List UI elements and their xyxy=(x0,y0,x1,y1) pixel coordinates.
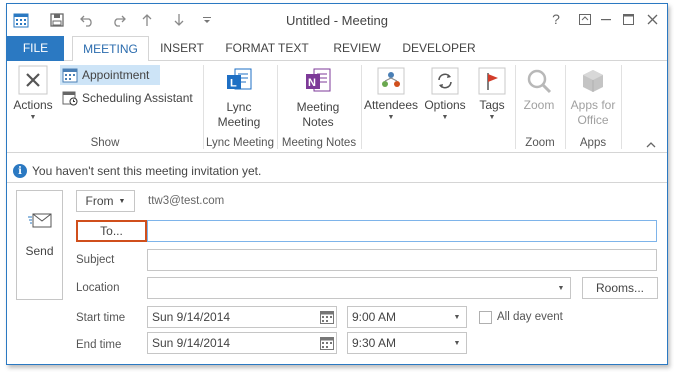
lync-icon: L xyxy=(227,68,252,90)
tags-label: Tags xyxy=(479,98,505,112)
actions-button[interactable]: Actions ▼ xyxy=(11,65,55,123)
from-address: ttw3@test.com xyxy=(148,195,225,207)
end-time-field[interactable]: 9:30 AM ▼ xyxy=(347,332,467,354)
apps-label-2: Office xyxy=(577,113,609,127)
options-button[interactable]: Options ▼ xyxy=(421,67,469,123)
attendees-button[interactable]: Attendees ▼ xyxy=(363,67,419,123)
show-group-label: Show xyxy=(90,137,120,149)
to-field[interactable] xyxy=(147,220,657,242)
chevron-down-icon[interactable]: ▼ xyxy=(448,307,466,327)
attendees-icon xyxy=(377,67,405,95)
delete-x-icon xyxy=(18,65,48,95)
info-message: You haven't sent this meeting invitation… xyxy=(32,164,262,178)
chevron-down-icon[interactable]: ▼ xyxy=(448,333,466,353)
chevron-down-icon: ▼ xyxy=(29,114,37,121)
envelope-icon xyxy=(27,213,51,228)
notes-label-2: Notes xyxy=(302,115,334,129)
chevron-down-icon[interactable]: ▼ xyxy=(552,278,570,298)
magnifier-icon xyxy=(527,69,552,94)
from-label: From xyxy=(85,194,114,208)
flag-icon xyxy=(478,67,506,95)
info-icon: i xyxy=(13,164,27,178)
scheduling-label: Scheduling Assistant xyxy=(82,91,193,105)
tab-meeting[interactable]: MEETING xyxy=(72,36,149,62)
svg-text:L: L xyxy=(230,78,237,90)
tab-review[interactable]: REVIEW xyxy=(327,36,387,61)
lync-meeting-button[interactable]: L Lync Meeting xyxy=(205,67,273,130)
end-date-value: Sun 9/14/2014 xyxy=(152,336,231,350)
all-day-checkbox[interactable] xyxy=(479,311,492,324)
send-button[interactable]: Send xyxy=(16,190,63,300)
appointment-label: Appointment xyxy=(82,68,150,82)
tab-insert[interactable]: INSERT xyxy=(157,36,207,61)
chevron-down-icon: ▼ xyxy=(488,114,496,121)
info-bar: i You haven't sent this meeting invitati… xyxy=(7,162,667,180)
tab-developer[interactable]: DEVELOPER xyxy=(399,36,479,61)
meeting-window: Untitled - Meeting ? FILE MEETING INSERT… xyxy=(6,3,668,365)
title-bar: Untitled - Meeting ? xyxy=(7,4,667,36)
divider xyxy=(621,65,622,149)
ribbon-tabs: FILE MEETING INSERT FORMAT TEXT REVIEW D… xyxy=(7,36,667,62)
location-label: Location xyxy=(76,282,120,294)
start-time-label: Start time xyxy=(76,312,126,324)
minimize-icon[interactable] xyxy=(595,9,617,29)
actions-label: Actions xyxy=(13,98,53,112)
subject-label: Subject xyxy=(76,254,115,266)
scheduling-assistant-button[interactable]: Scheduling Assistant xyxy=(60,88,200,108)
help-icon[interactable]: ? xyxy=(545,9,567,29)
options-icon xyxy=(431,67,459,95)
end-time-value: 9:30 AM xyxy=(352,336,397,350)
maximize-icon[interactable] xyxy=(617,9,639,29)
attendees-label: Attendees xyxy=(363,98,419,112)
appointment-button[interactable]: Appointment xyxy=(60,65,160,85)
zoom-group-label: Zoom xyxy=(525,137,555,149)
calendar-icon xyxy=(62,68,78,83)
ribbon: Actions ▼ Appointment Scheduling Assista… xyxy=(7,61,667,153)
apps-icon xyxy=(583,70,603,92)
apps-label-1: Apps for xyxy=(570,98,616,112)
scheduling-icon xyxy=(62,91,78,106)
all-day-label: All day event xyxy=(497,311,563,323)
start-date-field[interactable]: Sun 9/14/2014 xyxy=(147,306,337,328)
close-icon[interactable] xyxy=(641,9,663,29)
location-field[interactable]: ▼ xyxy=(147,277,571,299)
apps-group-label: Apps xyxy=(579,137,607,149)
subject-field[interactable] xyxy=(147,249,657,271)
from-button[interactable]: From ▼ xyxy=(76,190,135,212)
notes-label-1: Meeting xyxy=(296,100,340,114)
lync-label-2: Meeting xyxy=(217,115,261,129)
to-button[interactable]: To... xyxy=(76,220,147,242)
rooms-button[interactable]: Rooms... xyxy=(582,277,658,299)
options-label: Options xyxy=(424,98,466,112)
svg-text:N: N xyxy=(308,77,316,89)
zoom-label: Zoom xyxy=(523,98,555,112)
chevron-down-icon: ▼ xyxy=(118,197,126,205)
send-label: Send xyxy=(25,244,54,258)
lync-group-label: Lync Meeting xyxy=(206,137,274,149)
chevron-down-icon: ▼ xyxy=(387,114,395,121)
start-date-value: Sun 9/14/2014 xyxy=(152,310,231,324)
onenote-icon: N xyxy=(306,68,331,92)
end-time-label: End time xyxy=(76,339,122,351)
start-time-value: 9:00 AM xyxy=(352,310,397,324)
divider xyxy=(361,65,362,149)
end-date-field[interactable]: Sun 9/14/2014 xyxy=(147,332,337,354)
calendar-icon[interactable] xyxy=(320,310,334,324)
meeting-notes-button[interactable]: N Meeting Notes xyxy=(283,67,353,130)
collapse-ribbon-icon[interactable] xyxy=(645,139,657,149)
calendar-icon[interactable] xyxy=(320,336,334,350)
window-title: Untitled - Meeting xyxy=(286,13,388,28)
chevron-down-icon: ▼ xyxy=(441,114,449,121)
notes-group-label: Meeting Notes xyxy=(281,137,357,149)
lync-label-1: Lync xyxy=(226,100,252,114)
to-label: To... xyxy=(100,224,123,238)
apps-for-office-button[interactable]: Apps for Office xyxy=(567,67,619,128)
start-time-field[interactable]: 9:00 AM ▼ xyxy=(347,306,467,328)
ribbon-display-options-icon[interactable] xyxy=(574,9,596,29)
tab-file[interactable]: FILE xyxy=(7,36,64,61)
divider xyxy=(7,182,667,183)
tab-format-text[interactable]: FORMAT TEXT xyxy=(222,36,312,61)
tags-button[interactable]: Tags ▼ xyxy=(473,67,511,123)
zoom-button[interactable]: Zoom xyxy=(517,67,561,113)
